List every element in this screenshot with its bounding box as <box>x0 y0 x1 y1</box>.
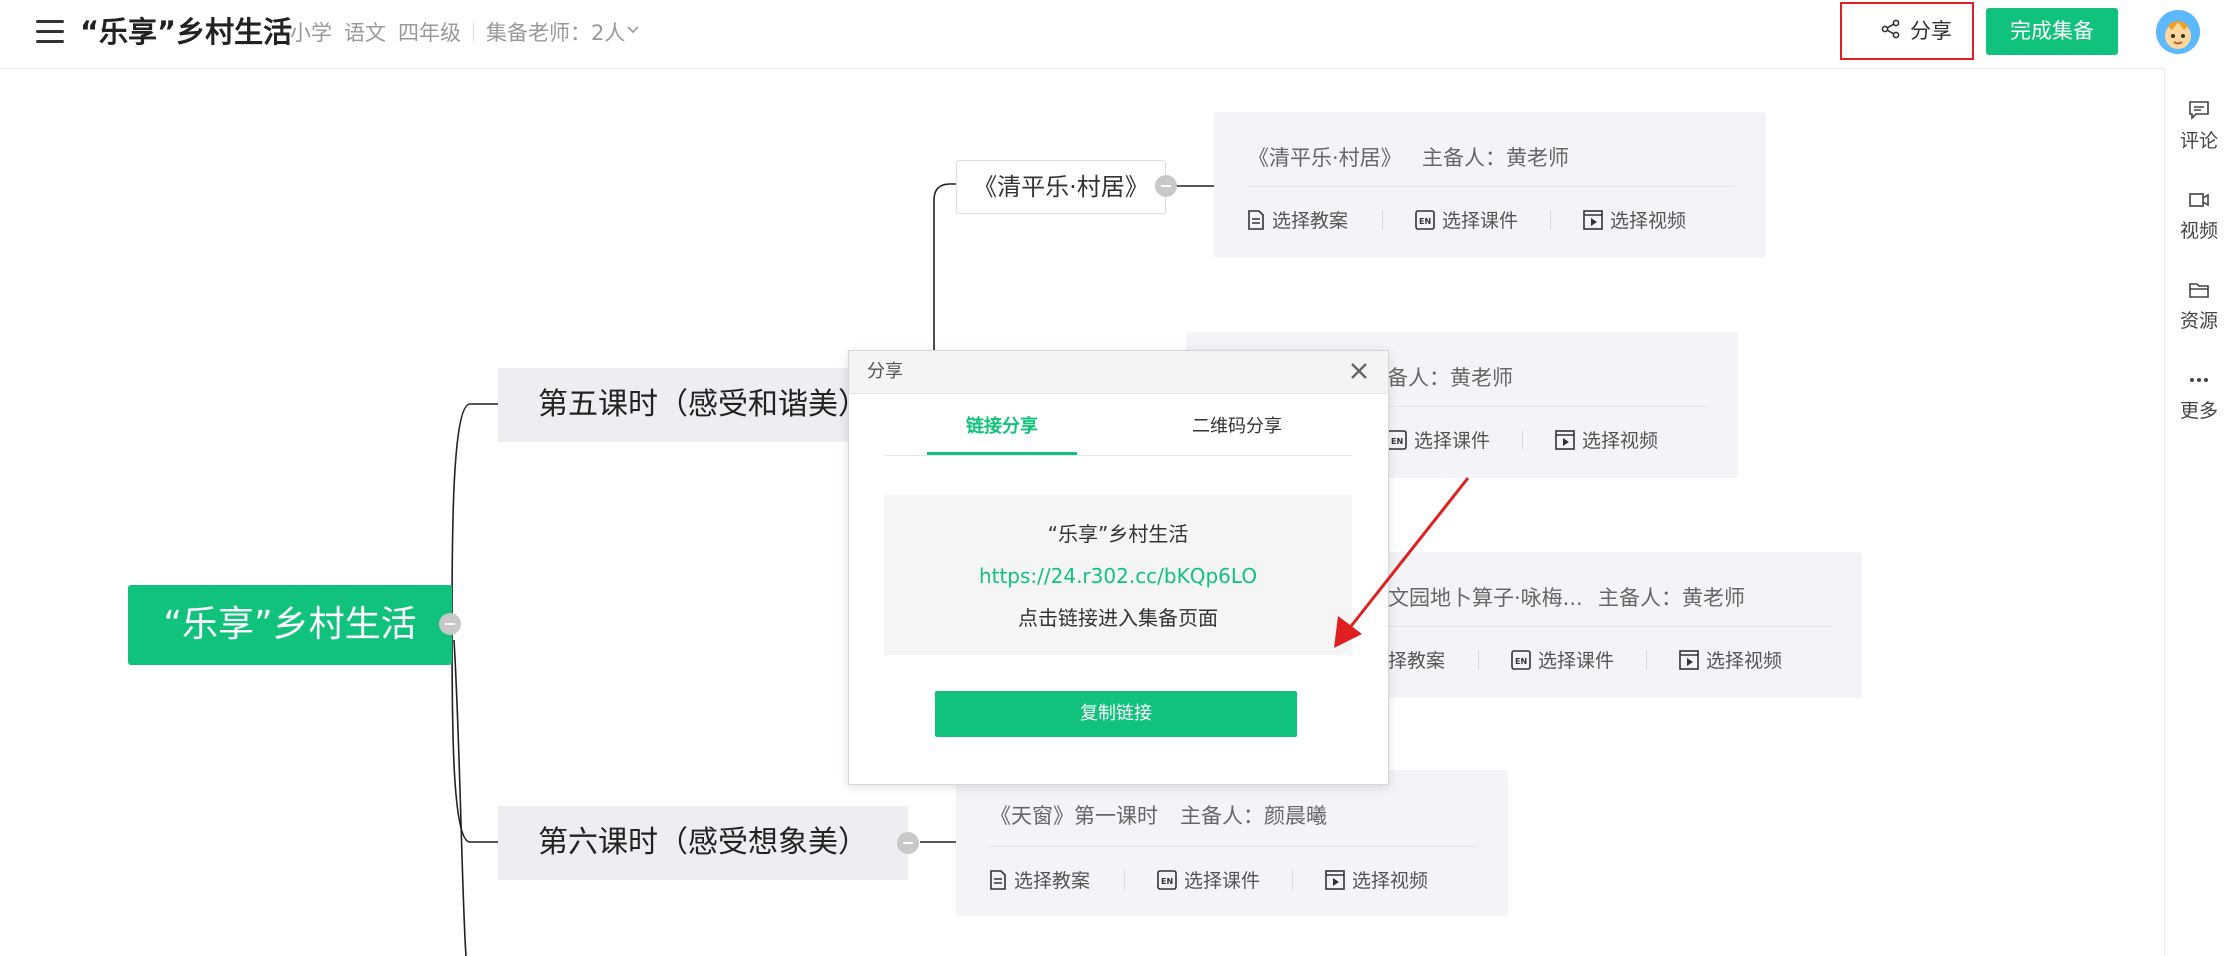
select-courseware-button[interactable]: EN 选择课件 <box>1414 206 1518 233</box>
action-label: 选择教案 <box>1272 210 1349 232</box>
action-label: 选择视频 <box>1352 870 1429 892</box>
video-file-icon <box>1325 869 1345 890</box>
video-file-icon <box>1679 649 1699 670</box>
select-courseware-button[interactable]: EN 选择课件 <box>1156 866 1260 893</box>
card-title: 《天窗》第一课时 <box>990 804 1158 828</box>
svg-text:EN: EN <box>1161 877 1173 886</box>
share-name: “乐享”乡村生活 <box>1047 522 1189 546</box>
mindmap-root-node[interactable]: “乐享”乡村生活 <box>128 585 452 665</box>
courseware-icon: EN <box>1387 429 1407 450</box>
courseware-icon: EN <box>1415 209 1435 230</box>
video-file-icon <box>1583 209 1603 230</box>
card-divider <box>1248 186 1734 187</box>
action-label: 选择课件 <box>1414 430 1491 452</box>
active-tab-indicator <box>927 452 1077 455</box>
lesson-node-5[interactable]: 第五课时（感受和谐美） <box>498 368 848 442</box>
collapse-icon[interactable] <box>439 613 461 635</box>
svg-text:EN: EN <box>1515 657 1527 666</box>
close-icon[interactable] <box>1347 359 1371 383</box>
card-owner: 主备人：黄老师 <box>1598 586 1745 610</box>
video-file-icon <box>1555 429 1575 450</box>
action-label: 选择教案 <box>1014 870 1091 892</box>
select-courseware-button[interactable]: EN 选择课件 <box>1386 426 1490 453</box>
select-plan-button[interactable]: 选择教案 <box>1246 206 1348 233</box>
document-icon <box>1248 209 1264 230</box>
tab-link-share[interactable]: 链接分享 <box>966 413 1038 441</box>
copy-link-button[interactable]: 复制链接 <box>935 691 1297 737</box>
lesson-node-6[interactable]: 第六课时（感受想象美） <box>498 806 908 880</box>
document-icon <box>990 869 1006 890</box>
share-hint: 点击链接进入集备页面 <box>1018 606 1218 630</box>
select-plan-button[interactable]: 选择教案 <box>988 866 1090 893</box>
collapse-icon[interactable] <box>1155 175 1177 197</box>
dialog-header <box>849 351 1388 394</box>
select-video-button[interactable]: 选择视频 <box>1678 646 1782 673</box>
share-info-box: “乐享”乡村生活 https://24.r302.cc/bKQp6LO 点击链接… <box>884 495 1352 655</box>
action-divider <box>1292 870 1293 890</box>
lesson-card <box>1214 112 1766 258</box>
select-video-button[interactable]: 选择视频 <box>1554 426 1658 453</box>
share-link[interactable]: https://24.r302.cc/bKQp6LO <box>884 561 1352 591</box>
tab-divider <box>884 455 1352 456</box>
action-divider <box>1646 650 1647 670</box>
svg-text:EN: EN <box>1391 437 1403 446</box>
svg-text:EN: EN <box>1419 217 1431 226</box>
courseware-icon: EN <box>1511 649 1531 670</box>
action-label: 选择课件 <box>1538 650 1615 672</box>
annotation-arrow <box>1334 477 1470 648</box>
action-label: 选择视频 <box>1610 210 1687 232</box>
action-divider <box>1124 870 1125 890</box>
courseware-icon: EN <box>1157 869 1177 890</box>
card-owner: 主备人：颜晨曦 <box>1180 804 1327 828</box>
dialog-title: 分享 <box>867 361 903 382</box>
lesson-card <box>956 770 1508 916</box>
subnode-qingpingle[interactable]: 《清平乐·村居》 <box>956 160 1166 214</box>
card-title: 《清平乐·村居》 <box>1248 146 1402 170</box>
select-video-button[interactable]: 选择视频 <box>1324 866 1428 893</box>
action-divider <box>1382 210 1383 230</box>
select-video-button[interactable]: 选择视频 <box>1582 206 1686 233</box>
collapse-icon[interactable] <box>897 832 919 854</box>
action-label: 选择课件 <box>1184 870 1261 892</box>
action-label: 选择视频 <box>1582 430 1659 452</box>
action-divider <box>1550 210 1551 230</box>
action-divider <box>1522 430 1523 450</box>
card-owner: 主备人：黄老师 <box>1422 146 1569 170</box>
select-courseware-button[interactable]: EN 选择课件 <box>1510 646 1614 673</box>
action-label: 选择课件 <box>1442 210 1519 232</box>
tab-qrcode-share[interactable]: 二维码分享 <box>1192 413 1282 441</box>
action-label: 选择视频 <box>1706 650 1783 672</box>
card-divider <box>990 846 1476 847</box>
